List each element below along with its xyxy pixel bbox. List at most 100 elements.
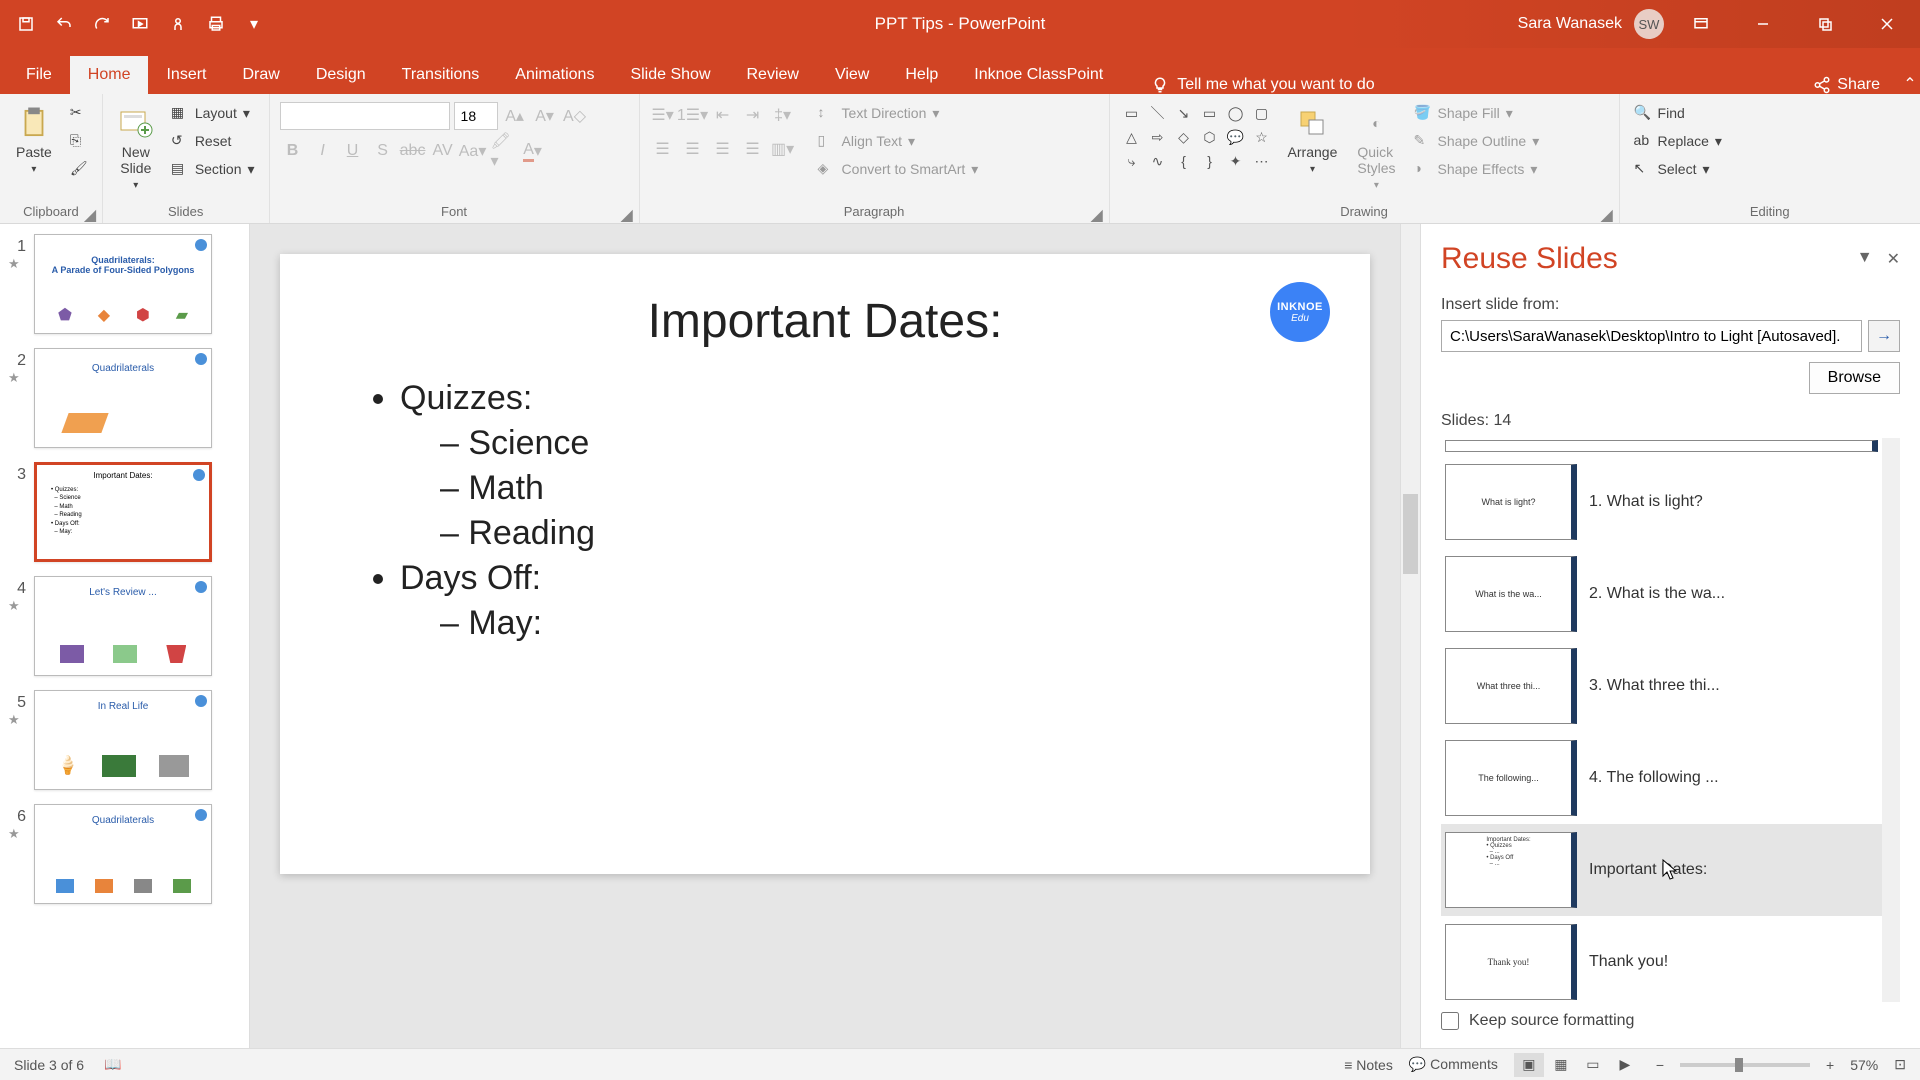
comments-button[interactable]: 💬 Comments (1409, 1056, 1498, 1073)
paste-button[interactable]: Paste▾ (10, 102, 58, 179)
spacing-button[interactable]: AV (430, 138, 456, 164)
zoom-in-button[interactable]: + (1826, 1057, 1834, 1073)
underline-button[interactable]: U (340, 138, 366, 164)
shape-fill-button[interactable]: 🪣Shape Fill ▾ (1409, 102, 1543, 124)
align-right-button[interactable]: ☰ (710, 136, 736, 162)
font-name-input[interactable] (280, 102, 450, 130)
reuse-item-4[interactable]: The following...4. The following ... (1441, 732, 1882, 824)
tab-file[interactable]: File (8, 56, 70, 94)
reuse-item-6[interactable]: Thank you!Thank you! (1441, 916, 1882, 1002)
replace-button[interactable]: abReplace ▾ (1630, 130, 1726, 152)
indent-button[interactable]: ⇥ (740, 102, 766, 128)
shapes-gallery[interactable]: ▭ ＼ ↘ ▭ ◯ ▢ △ ⇨ ◇ ⬡ 💬 ☆ ⤷ ∿ { } ✦ ⋯ (1120, 102, 1274, 172)
shape-brace-l-icon[interactable]: { (1172, 150, 1196, 172)
thumbnail-5[interactable]: 5★ In Real Life🍦 (8, 690, 241, 790)
shape-star-icon[interactable]: ☆ (1250, 126, 1274, 148)
save-icon[interactable] (14, 12, 38, 36)
spellcheck-icon[interactable]: 📖 (104, 1056, 121, 1073)
shape-connector-icon[interactable]: ⤷ (1120, 150, 1144, 172)
tab-help[interactable]: Help (887, 56, 956, 94)
outdent-button[interactable]: ⇤ (710, 102, 736, 128)
align-left-button[interactable]: ☰ (650, 136, 676, 162)
normal-view-button[interactable]: ▣ (1514, 1053, 1544, 1077)
shape-oval-icon[interactable]: ◯ (1224, 102, 1248, 124)
bold-button[interactable]: B (280, 138, 306, 164)
reset-button[interactable]: ↺Reset (167, 130, 259, 152)
find-button[interactable]: 🔍Find (1630, 102, 1726, 124)
grow-font-icon[interactable]: A▴ (502, 103, 528, 129)
reading-view-button[interactable]: ▭ (1578, 1053, 1608, 1077)
align-text-button[interactable]: ▯Align Text ▾ (814, 130, 983, 152)
shape-rightarrow-icon[interactable]: ⇨ (1146, 126, 1170, 148)
shrink-font-icon[interactable]: A▾ (532, 103, 558, 129)
section-button[interactable]: ▤Section ▾ (167, 158, 259, 180)
slide-canvas[interactable]: INKNOE Edu Important Dates: Quizzes: Sci… (280, 254, 1370, 874)
tab-draw[interactable]: Draw (224, 56, 297, 94)
share-button[interactable]: Share (1813, 76, 1880, 94)
print-icon[interactable] (204, 12, 228, 36)
slide-indicator[interactable]: Slide 3 of 6 (14, 1057, 84, 1073)
shape-brace-r-icon[interactable]: } (1198, 150, 1222, 172)
browse-button[interactable]: Browse (1809, 362, 1900, 394)
thumbnail-6[interactable]: 6★ Quadrilaterals (8, 804, 241, 904)
tab-insert[interactable]: Insert (148, 56, 224, 94)
reuse-slides-list[interactable]: What is light?1. What is light? What is … (1441, 438, 1900, 1002)
slideshow-view-button[interactable]: ▶ (1610, 1053, 1640, 1077)
shape-outline-button[interactable]: ✎Shape Outline ▾ (1409, 130, 1543, 152)
tab-view[interactable]: View (817, 56, 887, 94)
slide-thumbnail-panel[interactable]: 1★ Quadrilaterals:A Parade of Four-Sided… (0, 224, 250, 1048)
slide-editor-area[interactable]: INKNOE Edu Important Dates: Quizzes: Sci… (250, 224, 1400, 1048)
zoom-level[interactable]: 57% (1850, 1057, 1878, 1073)
select-button[interactable]: ↖Select ▾ (1630, 158, 1726, 180)
shape-more-icon[interactable]: ⋯ (1250, 150, 1274, 172)
case-button[interactable]: Aa▾ (460, 138, 486, 164)
clipboard-launcher-icon[interactable]: ◢ (84, 205, 98, 219)
reuse-item-2[interactable]: What is the wa...2. What is the wa... (1441, 548, 1882, 640)
clear-format-icon[interactable]: A◇ (562, 103, 588, 129)
reuse-item-partial[interactable] (1445, 440, 1878, 452)
shape-curve-icon[interactable]: ∿ (1146, 150, 1170, 172)
notes-button[interactable]: ≡ Notes (1344, 1057, 1393, 1073)
panel-menu-icon[interactable]: ▼ (1857, 249, 1873, 269)
undo-icon[interactable] (52, 12, 76, 36)
tab-design[interactable]: Design (298, 56, 384, 94)
numbering-button[interactable]: 1☰▾ (680, 102, 706, 128)
highlight-button[interactable]: 🖍▾ (490, 138, 516, 164)
font-launcher-icon[interactable]: ◢ (621, 205, 635, 219)
new-slide-button[interactable]: New Slide▾ (113, 102, 159, 195)
shape-triangle-icon[interactable]: △ (1120, 126, 1144, 148)
touch-mode-icon[interactable] (166, 12, 190, 36)
scrollbar-thumb[interactable] (1403, 494, 1418, 574)
columns-button[interactable]: ▥▾ (770, 136, 796, 162)
copy-button[interactable]: ⎘ (66, 130, 92, 152)
panel-close-icon[interactable]: ✕ (1887, 249, 1900, 269)
present-icon[interactable] (128, 12, 152, 36)
shape-callout-icon[interactable]: 💬 (1224, 126, 1248, 148)
italic-button[interactable]: I (310, 138, 336, 164)
font-color-button[interactable]: A▾ (520, 138, 546, 164)
shape-star4-icon[interactable]: ✦ (1224, 150, 1248, 172)
align-center-button[interactable]: ☰ (680, 136, 706, 162)
redo-icon[interactable] (90, 12, 114, 36)
text-direction-button[interactable]: ↕Text Direction ▾ (814, 102, 983, 124)
shape-effects-button[interactable]: ◑Shape Effects ▾ (1409, 158, 1543, 180)
bullets-button[interactable]: ☰▾ (650, 102, 676, 128)
strike-button[interactable]: abc (400, 138, 426, 164)
keep-formatting-checkbox[interactable]: Keep source formatting (1441, 1012, 1900, 1030)
shape-hexagon-icon[interactable]: ⬡ (1198, 126, 1222, 148)
vertical-scrollbar[interactable] (1400, 224, 1420, 1048)
thumbnail-4[interactable]: 4★ Let's Review ... (8, 576, 241, 676)
tab-inknoe[interactable]: Inknoe ClassPoint (956, 56, 1121, 94)
zoom-slider[interactable] (1680, 1063, 1810, 1067)
cut-button[interactable]: ✂ (66, 102, 92, 124)
arrange-button[interactable]: Arrange▾ (1282, 102, 1344, 179)
minimize-button[interactable] (1738, 4, 1788, 44)
maximize-button[interactable] (1800, 4, 1850, 44)
shape-textbox-icon[interactable]: ▭ (1120, 102, 1144, 124)
thumbnail-2[interactable]: 2★ Quadrilaterals (8, 348, 241, 448)
tab-home[interactable]: Home (70, 56, 149, 94)
shadow-button[interactable]: S (370, 138, 396, 164)
reuse-item-3[interactable]: What three thi...3. What three thi... (1441, 640, 1882, 732)
user-avatar[interactable]: SW (1634, 9, 1664, 39)
paragraph-launcher-icon[interactable]: ◢ (1091, 205, 1105, 219)
